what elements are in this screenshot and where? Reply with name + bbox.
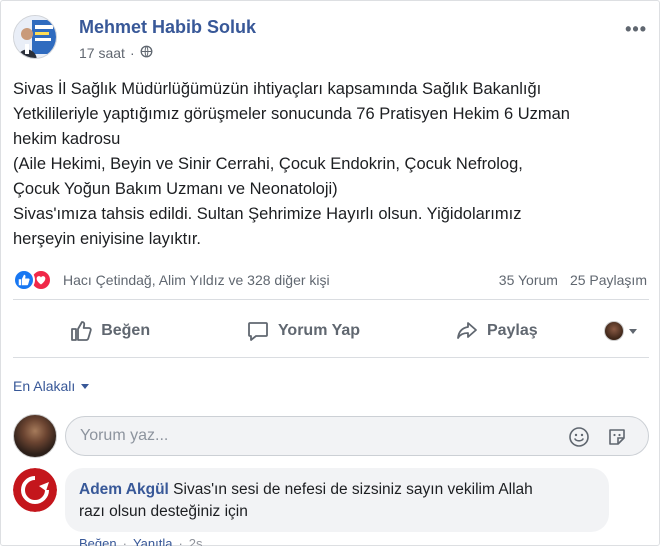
caret-down-icon (81, 384, 90, 389)
post-meta: 17 saat · (79, 45, 153, 61)
globe-icon[interactable] (140, 45, 153, 61)
comment-author-avatar[interactable] (13, 468, 57, 512)
post-text-line: hekim kadrosu (13, 130, 121, 148)
meta-separator: · (129, 45, 135, 61)
comment-item: Adem Akgül Sivas'ın sesi de nefesi de si… (13, 468, 649, 546)
avatar (13, 414, 57, 458)
post-timestamp[interactable]: 17 saat (79, 45, 125, 61)
smiley-icon[interactable] (568, 426, 590, 448)
post-as-selector[interactable] (593, 307, 649, 355)
post-author-name[interactable]: Mehmet Habib Soluk (79, 17, 256, 38)
thumbs-up-icon (71, 321, 92, 341)
like-reaction-icon[interactable] (13, 269, 35, 291)
reaction-names[interactable]: Hacı Çetindağ, Alim Yıldız ve 328 diğer … (63, 272, 330, 288)
post-text-line: (Aile Hekimi, Beyin ve Sinir Cerrahi, Ço… (13, 155, 523, 173)
post-header: Mehmet Habib Soluk 17 saat · ••• (13, 15, 649, 63)
separator: · (122, 536, 127, 546)
comment-label: Yorum Yap (277, 322, 361, 339)
sort-label: En Alakalı (13, 378, 76, 394)
caret-down-icon (628, 329, 637, 334)
comment-bubble: Adem Akgül Sivas'ın sesi de nefesi de si… (65, 468, 609, 532)
post-actions: Beğen Yorum Yap Paylaş (13, 307, 649, 355)
divider (13, 299, 649, 300)
comment-like-link[interactable]: Beğen (79, 536, 117, 546)
post-text-line: Çocuk Yoğun Bakım Uzmanı ve Neonatoloji) (13, 180, 338, 198)
comment-button[interactable]: Yorum Yap (206, 307, 399, 355)
like-button[interactable]: Beğen (13, 307, 206, 355)
author-avatar[interactable] (13, 15, 57, 59)
like-label: Beğen (101, 322, 151, 339)
share-count[interactable]: 25 Paylaşım (570, 272, 647, 288)
comment-author-name[interactable]: Adem Akgül (79, 481, 169, 498)
facebook-post: Mehmet Habib Soluk 17 saat · ••• Sivas İ… (0, 0, 660, 546)
share-label: Paylaş (486, 322, 538, 339)
comment-sort-dropdown[interactable]: En Alakalı (13, 378, 90, 394)
post-text-line: Sivas İl Sağlık Müdürlüğümüzün ihtiyaçla… (13, 80, 542, 98)
more-options-icon[interactable]: ••• (625, 19, 647, 40)
sticker-icon[interactable] (606, 426, 628, 448)
comment-actions: Beğen · Yanıtla · 2s (79, 536, 203, 546)
comment-input-wrap[interactable] (65, 416, 649, 456)
comment-text: Sivas'ın sesi de nefesi de sizsiniz sayı… (173, 481, 533, 498)
separator: · (178, 536, 183, 546)
post-text-line: Yetkilileriyle yaptığımız görüşmeler son… (13, 105, 570, 123)
comment-reply-link[interactable]: Yanıtla (133, 536, 173, 546)
reactions-bar: Hacı Çetindağ, Alim Yıldız ve 328 diğer … (13, 268, 649, 292)
comment-composer (13, 414, 649, 458)
post-text: Sivas İl Sağlık Müdürlüğümüzün ihtiyaçla… (13, 77, 649, 252)
comment-input[interactable] (80, 425, 540, 447)
comment-text: razı olsun desteğiniz için (79, 503, 248, 520)
share-arrow-icon (457, 322, 477, 339)
post-text-line: herşeyin eniyisine layıktır. (13, 230, 202, 248)
reaction-icons[interactable] (13, 269, 57, 291)
share-button[interactable]: Paylaş (400, 307, 593, 355)
comment-bubble-icon (248, 322, 268, 341)
engagement-counts: 35 Yorum 25 Paylaşım (499, 272, 647, 288)
comment-count[interactable]: 35 Yorum (499, 272, 558, 288)
comment-timestamp[interactable]: 2s (189, 536, 203, 546)
post-text-line: Sivas'ımıza tahsis edildi. Sultan Şehrim… (13, 205, 522, 223)
divider (13, 357, 649, 358)
avatar (603, 321, 624, 341)
